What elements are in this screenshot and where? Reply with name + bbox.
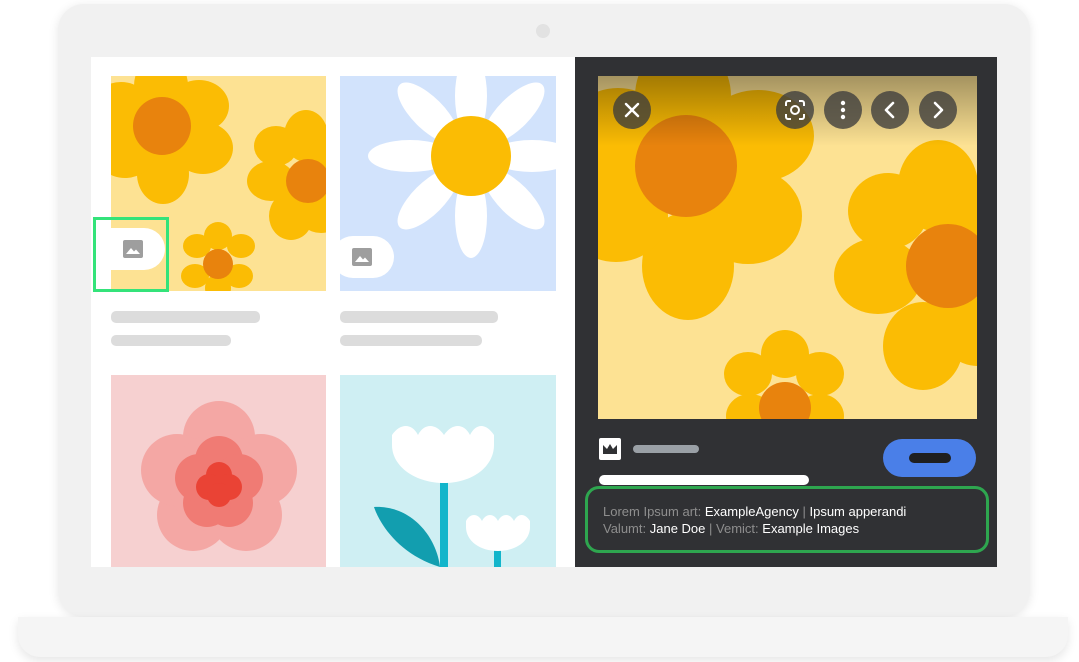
crown-icon [603, 444, 617, 454]
visit-button-label-placeholder [908, 453, 951, 463]
close-icon [624, 102, 640, 118]
credit-label: Lorem Ipsum art: [603, 504, 702, 519]
close-button[interactable] [613, 91, 651, 129]
image-title-placeholder [599, 475, 809, 485]
title-placeholder [111, 311, 260, 323]
credit-label: Valumt: [603, 521, 647, 536]
credit-line-1: Lorem Ipsum art: ExampleAgency | Ipsum a… [603, 503, 986, 520]
credit-separator: | [802, 504, 806, 519]
image-icon [352, 248, 372, 266]
image-result-tulips[interactable] [340, 375, 556, 567]
credit-label: Vemict: [716, 521, 759, 536]
credit-separator: | [709, 521, 713, 536]
source-favicon[interactable] [599, 438, 621, 460]
image-result-daisy[interactable] [340, 76, 556, 291]
more-options-button[interactable] [824, 91, 862, 129]
chevron-left-icon [884, 101, 895, 119]
more-vert-icon [840, 100, 846, 120]
credit-author: Jane Doe [649, 521, 706, 536]
camera-dot [536, 24, 550, 38]
subtitle-placeholder [111, 335, 231, 346]
credit-line-2: Valumt: Jane Doe | Vemict: Example Image… [603, 520, 986, 537]
previous-button[interactable] [871, 91, 909, 129]
title-placeholder [340, 311, 498, 323]
image-result-pink-flower[interactable] [111, 375, 326, 567]
pink-flower-illustration [111, 375, 326, 567]
lens-icon [785, 100, 805, 120]
next-button[interactable] [919, 91, 957, 129]
image-chip[interactable] [340, 236, 394, 278]
source-name-placeholder [633, 445, 699, 453]
credit-agency: ExampleAgency [704, 504, 799, 519]
tulips-illustration [340, 375, 556, 567]
visit-button[interactable] [883, 439, 976, 477]
credit-collection: Ipsum apperandi [809, 504, 907, 519]
subtitle-placeholder [340, 335, 482, 346]
image-chip-highlight [93, 217, 169, 292]
image-credits: Lorem Ipsum art: ExampleAgency | Ipsum a… [585, 486, 989, 553]
laptop-base [18, 617, 1068, 657]
lens-button[interactable] [776, 91, 814, 129]
chevron-right-icon [933, 101, 944, 119]
credit-source: Example Images [762, 521, 860, 536]
